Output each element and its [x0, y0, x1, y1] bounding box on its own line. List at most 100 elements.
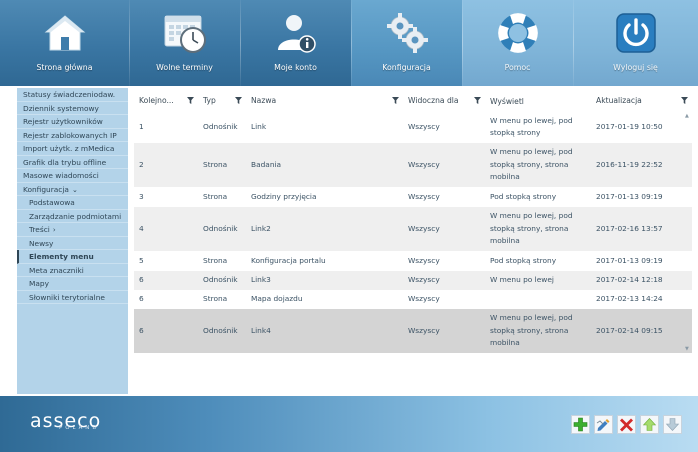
filter-icon[interactable] [392, 97, 399, 106]
chevron-right-icon: › [52, 226, 56, 234]
cell-display: W menu po lewej, pod stopką strony, stro… [485, 143, 591, 187]
power-icon [613, 10, 659, 56]
sidebar-item-blocked-ip[interactable]: Rejestr zablokowanych IP [17, 129, 128, 142]
nav-my-account-label: Moje konto [274, 63, 317, 72]
filter-icon[interactable] [681, 97, 688, 106]
nav-help[interactable]: Pomoc [462, 0, 573, 86]
table-row-selected[interactable]: 6 Odnośnik Link4 Wszyscy W menu po lewej… [134, 309, 692, 353]
nav-free-slots[interactable]: Wolne terminy [129, 0, 240, 86]
nav-home[interactable]: Strona główna [0, 0, 129, 86]
cell-updated: 2017-02-14 09:15 [591, 309, 692, 353]
nav-free-slots-label: Wolne terminy [156, 63, 213, 72]
calendar-clock-icon [162, 10, 208, 56]
sidebar-item-basic[interactable]: Podstawowa [17, 196, 128, 210]
scroll-up-icon[interactable]: ▲ [685, 113, 689, 119]
table-row[interactable]: 3 Strona Godziny przyjęcia Wszyscy Pod s… [134, 187, 692, 207]
sidebar-item-import-users[interactable]: Import użytk. z mMedica [17, 142, 128, 156]
table-row[interactable]: 5 Strona Konfiguracja portalu Wszyscy Po… [134, 251, 692, 271]
cell-order: 3 [139, 191, 144, 201]
cell-type: Strona [198, 143, 246, 187]
sidebar-item-news[interactable]: Newsy [17, 237, 128, 250]
cell-visible-for: Wszyscy [408, 191, 440, 201]
cell-visible-for: Wszyscy [403, 207, 485, 251]
column-header-name[interactable]: Nazwa [246, 91, 403, 111]
user-info-icon [273, 10, 319, 56]
filter-icon[interactable] [187, 97, 194, 106]
nav-logout[interactable]: Wyloguj się [573, 0, 698, 86]
cell-type: Odnośnik [203, 121, 238, 131]
table-row[interactable]: 6 Strona Mapa dojazdu Wszyscy 2017-02-13… [134, 290, 692, 309]
cell-name: Link2 [246, 207, 403, 251]
table-row[interactable]: 1 Odnośnik Link Wszyscy W menu po lewej,… [134, 111, 692, 143]
nav-configuration[interactable]: Konfiguracja [351, 0, 462, 86]
cell-name: Link [251, 121, 267, 131]
edit-icon [596, 419, 610, 431]
nav-home-label: Strona główna [36, 63, 93, 72]
sidebar-item-meta-tags[interactable]: Meta znaczniki [17, 264, 128, 277]
cell-type: Odnośnik [198, 271, 246, 290]
filter-icon[interactable] [235, 97, 242, 106]
cell-updated: 2017-01-13 09:19 [596, 255, 663, 265]
cell-updated: 2017-01-13 09:19 [596, 191, 663, 201]
cell-type: Strona [203, 294, 228, 304]
nav-help-label: Pomoc [504, 63, 531, 72]
column-header-updated[interactable]: Aktualizacja [591, 91, 692, 111]
cell-updated: 2016-11-19 22:52 [591, 143, 692, 187]
sidebar-item-configuration[interactable]: Konfiguracja ⌄ [17, 183, 128, 196]
cell-order: 5 [139, 255, 144, 265]
edit-button[interactable] [594, 415, 613, 434]
sidebar-item-provider-statuses[interactable]: Statusy świadczeniodaw. [17, 88, 128, 102]
table-row[interactable]: 4 Odnośnik Link2 Wszyscy W menu po lewej… [134, 207, 692, 251]
move-up-icon [642, 418, 657, 431]
cell-updated: 2017-02-14 12:18 [591, 271, 692, 290]
sidebar-item-menu-elements[interactable]: Elementy menu [17, 250, 128, 264]
sidebar-menu: Statusy świadczeniodaw. Dziennik systemo… [17, 88, 128, 394]
add-icon [573, 417, 588, 432]
table-row[interactable]: 6 Odnośnik Link3 Wszyscy W menu po lewej… [134, 271, 692, 290]
sidebar-item-offline-schedule[interactable]: Grafik dla trybu offline [17, 156, 128, 169]
cell-name: Link3 [246, 271, 403, 290]
table-row[interactable]: 2 Strona Badania Wszyscy W menu po lewej… [134, 143, 692, 187]
cell-order: 2 [134, 143, 198, 187]
cell-name: Konfiguracja portalu [251, 255, 326, 265]
cell-type: Strona [203, 255, 228, 265]
move-down-icon [665, 418, 680, 431]
cell-display [485, 290, 591, 309]
nav-logout-label: Wyloguj się [613, 63, 658, 72]
filter-icon[interactable] [474, 97, 481, 106]
sidebar-item-user-registry[interactable]: Rejestr użytkowników [17, 115, 128, 129]
table-scrollbar[interactable]: ▲ ▼ [684, 111, 692, 354]
cell-order: 6 [134, 309, 198, 353]
sidebar-item-system-log[interactable]: Dziennik systemowy [17, 102, 128, 115]
cell-updated: 2017-01-19 10:50 [596, 121, 663, 131]
sidebar-item-configuration-label: Konfiguracja [23, 184, 69, 194]
gears-icon [384, 10, 430, 56]
cell-order: 6 [139, 294, 144, 304]
cell-updated: 2017-02-16 13:57 [591, 207, 692, 251]
cell-display: Pod stopką strony [490, 191, 557, 201]
table-header-row: Kolejno... Typ Nazwa Widoczna dla Wyświe… [134, 91, 692, 111]
cell-visible-for: Wszyscy [408, 294, 440, 304]
cell-type: Odnośnik [198, 309, 246, 353]
nav-my-account[interactable]: Moje konto [240, 0, 351, 86]
add-button[interactable] [571, 415, 590, 434]
column-header-order[interactable]: Kolejno... [134, 91, 198, 111]
sidebar-item-content[interactable]: Treści › [17, 223, 128, 237]
column-header-display[interactable]: Wyświetl [485, 91, 591, 111]
column-header-type-label: Typ [203, 96, 216, 105]
column-header-order-label: Kolejno... [139, 96, 174, 105]
sidebar-item-entity-management[interactable]: Zarządzanie podmiotami [17, 210, 128, 223]
sidebar-item-mass-messages[interactable]: Masowe wiadomości [17, 169, 128, 183]
move-down-button[interactable] [663, 415, 682, 434]
delete-icon [620, 418, 633, 432]
sidebar-item-territorial-dictionaries[interactable]: Słowniki terytorialne [17, 291, 128, 304]
column-header-visible-for[interactable]: Widoczna dla [403, 91, 485, 111]
cell-order: 4 [134, 207, 198, 251]
cell-name: Badania [246, 143, 403, 187]
scroll-down-icon[interactable]: ▼ [685, 346, 689, 352]
sidebar-item-maps[interactable]: Mapy [17, 277, 128, 291]
sidebar-item-content-label: Treści [29, 225, 50, 234]
column-header-type[interactable]: Typ [198, 91, 246, 111]
move-up-button[interactable] [640, 415, 659, 434]
delete-button[interactable] [617, 415, 636, 434]
